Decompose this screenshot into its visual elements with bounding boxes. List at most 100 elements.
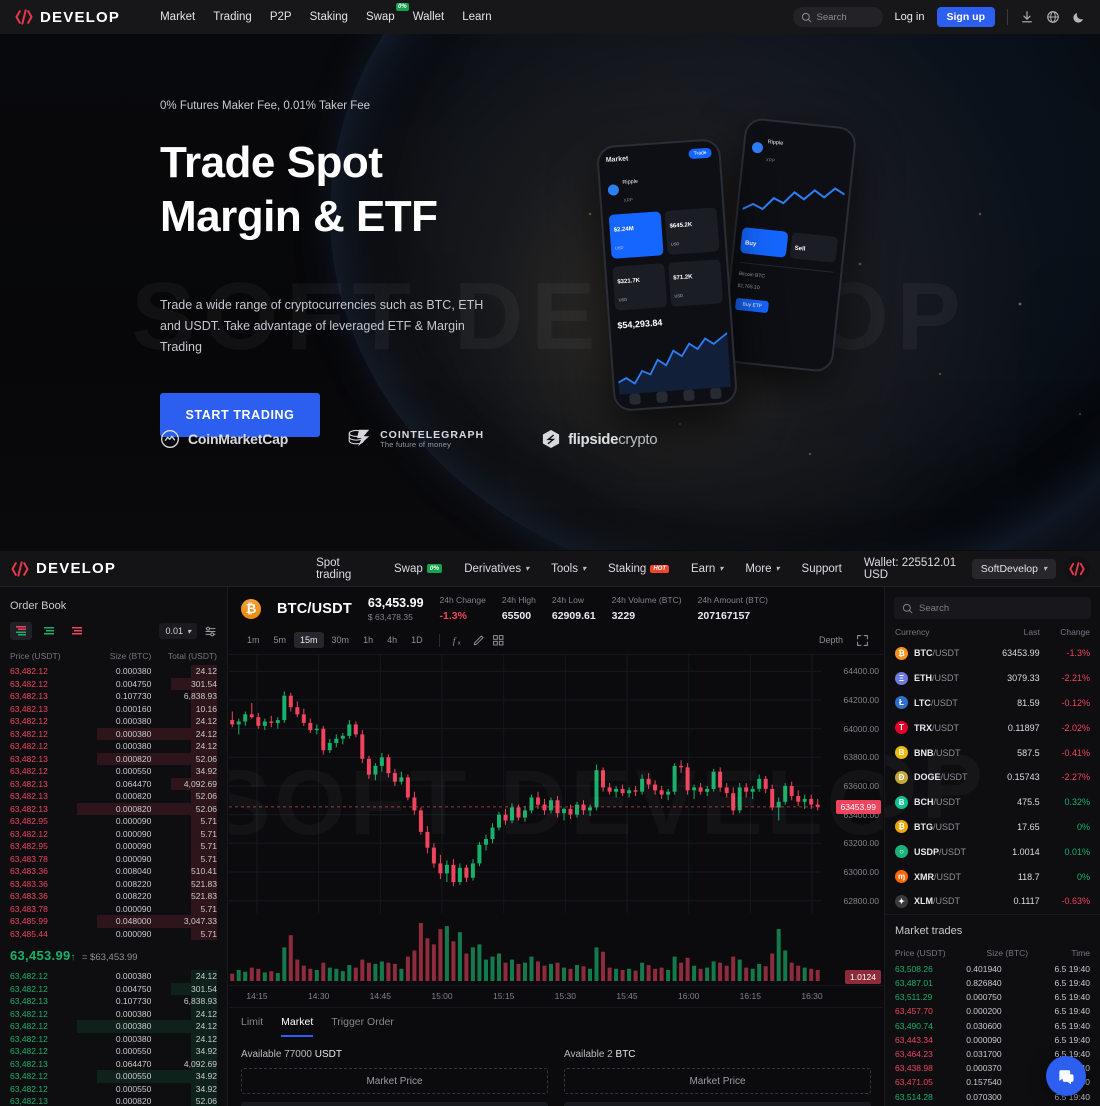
app-nav-earn[interactable]: Earn ▾ [691,563,723,575]
order-book-row[interactable]: 63,482.12 0.000380 24.12 [0,970,227,983]
order-book-row[interactable]: 63,482.12 0.000380 24.12 [0,715,227,728]
buy-amount-field[interactable]: Amount USDT [241,1102,548,1106]
app-nav-more[interactable]: More ▾ [745,563,779,575]
order-book-row[interactable]: 63,482.12 0.000380 24.12 [0,665,227,678]
depth-toggle[interactable]: Depth [819,635,843,645]
site-logo[interactable]: DEVELOP [14,7,120,27]
order-book-row[interactable]: 63,482.13 0.000820 52.06 [0,1095,227,1106]
moon-icon[interactable] [1072,10,1086,24]
site-search-input[interactable]: Search [792,7,883,27]
fullscreen-icon[interactable] [853,632,871,648]
market-list-item[interactable]: Ξ ETH/USDT 3079.33 -2.21% [885,666,1100,691]
order-book-row[interactable]: 63,482.12 0.000550 34.92 [0,1070,227,1083]
app-logo[interactable]: DEVELOP [10,559,116,579]
order-book-row[interactable]: 63,482.12 0.000380 24.12 [0,1007,227,1020]
timeframe-15m[interactable]: 15m [294,632,324,648]
order-book-row[interactable]: 63,482.13 0.000160 10.16 [0,702,227,715]
timeframe-1m[interactable]: 1m [241,632,266,648]
app-nav-staking[interactable]: Staking HOT [608,563,669,575]
order-book-row[interactable]: 63,483.36 0.008040 510.41 [0,865,227,878]
partner-coinmarketcap[interactable]: CoinMarketCap [160,429,288,449]
order-book-row[interactable]: 63,482.12 0.000380 24.12 [0,740,227,753]
partner-cointelegraph[interactable]: COINTELEGRAPH The future of money [346,426,484,452]
order-book-row[interactable]: 63,482.13 0.064470 4,092.69 [0,1057,227,1070]
order-book-row[interactable]: 63,483.36 0.008220 521.83 [0,890,227,903]
pencil-icon[interactable] [470,632,488,648]
nav-item-market[interactable]: Market [160,11,195,23]
market-list-item[interactable]: ₿ BTG/USDT 17.65 0% [885,815,1100,840]
timeframe-5m[interactable]: 5m [268,632,293,648]
app-nav-tools[interactable]: Tools ▾ [551,563,586,575]
account-menu-button[interactable]: SoftDevelop ▾ [971,558,1056,579]
market-list-item[interactable]: ₿ BTC/USDT 63453.99 -1.3% [885,641,1100,666]
market-list-item[interactable]: B BNB/USDT 587.5 -0.41% [885,740,1100,765]
nav-item-swap[interactable]: Swap 0% [366,3,409,23]
timeframe-4h[interactable]: 4h [381,632,403,648]
app-nav-support[interactable]: Support [802,563,842,575]
book-both-icon[interactable] [10,622,32,640]
order-book-row[interactable]: 63,482.12 0.004750 301.54 [0,677,227,690]
order-book-row[interactable]: 63,483.36 0.008220 521.83 [0,877,227,890]
book-asks-icon[interactable] [66,622,88,640]
order-book-row[interactable]: 63,482.13 0.064470 4,092.69 [0,777,227,790]
order-book-row[interactable]: 63,482.12 0.000550 34.92 [0,765,227,778]
timeframe-30m[interactable]: 30m [326,632,356,648]
app-nav-swap[interactable]: Swap 0% [394,563,443,575]
order-book-row[interactable]: 63,482.12 0.004750 301.54 [0,982,227,995]
order-book-row[interactable]: 63,485.44 0.000090 5.71 [0,927,227,940]
nav-item-wallet[interactable]: Wallet [413,11,445,23]
order-book-row[interactable]: 63,482.12 0.000550 34.92 [0,1082,227,1095]
partner-flipsidecrypto[interactable]: flipsidecrypto [542,429,658,449]
market-list-item[interactable]: ɱ XMR/USDT 118.7 0% [885,864,1100,889]
sell-amount-field[interactable]: Amount BTC [564,1102,871,1106]
market-list-item[interactable]: ✦ XLM/USDT 0.1117 -0.63% [885,889,1100,914]
login-button[interactable]: Log in [895,11,925,23]
order-book-row[interactable]: 63,482.95 0.000090 5.71 [0,815,227,828]
tab-trigger-order[interactable]: Trigger Order [331,1016,394,1037]
nav-item-p2p[interactable]: P2P [270,11,292,23]
nav-item-learn[interactable]: Learn [462,11,491,23]
globe-icon[interactable] [1046,10,1060,24]
timeframe-1h[interactable]: 1h [357,632,379,648]
sell-market-price-field[interactable]: Market Price [564,1068,871,1094]
nav-item-staking[interactable]: Staking [310,11,348,23]
order-book-row[interactable]: 63,482.13 0.000820 52.06 [0,790,227,803]
layout-grid-icon[interactable] [490,632,508,648]
order-book-row[interactable]: 63,483.78 0.000090 5.71 [0,902,227,915]
app-nav-spot-trading[interactable]: Spot trading [316,557,372,581]
app-nav-derivatives[interactable]: Derivatives ▾ [464,563,529,575]
order-book-row[interactable]: 63,482.12 0.000090 5.71 [0,827,227,840]
order-book-row[interactable]: 63,482.13 0.107730 6,838.93 [0,995,227,1008]
chat-button[interactable] [1046,1056,1086,1096]
tab-market[interactable]: Market [281,1016,314,1037]
sliders-icon[interactable] [204,625,217,638]
tab-limit[interactable]: Limit [241,1016,263,1037]
book-bids-icon[interactable] [38,622,60,640]
order-book-row[interactable]: 63,482.13 0.107730 6,838.93 [0,690,227,703]
timeframe-1d[interactable]: 1D [405,632,429,648]
symbol-pair[interactable]: BTC/USDT [277,601,352,617]
order-book-row[interactable]: 63,483.78 0.000090 5.71 [0,852,227,865]
price-chart[interactable]: SOFT DEVELOP 64400.0064200.0064000.00638… [229,655,883,985]
order-book-row[interactable]: 63,482.12 0.000550 34.92 [0,1045,227,1058]
market-list-item[interactable]: Ƀ BCH/USDT 475.5 0.32% [885,790,1100,815]
market-list-item[interactable]: T TRX/USDT 0.11897 -2.02% [885,715,1100,740]
signup-button[interactable]: Sign up [936,7,995,27]
order-book-row[interactable]: 63,482.13 0.000820 52.06 [0,802,227,815]
avatar[interactable] [1064,555,1090,582]
order-book-row[interactable]: 63,482.13 0.000820 52.06 [0,752,227,765]
order-book-row[interactable]: 63,482.12 0.000380 24.12 [0,727,227,740]
indicator-fx-icon[interactable]: fx [450,632,468,648]
market-list-item[interactable]: Ð DOGE/USDT 0.15743 -2.27% [885,765,1100,790]
order-book-row[interactable]: 63,482.12 0.000380 24.12 [0,1020,227,1033]
buy-market-price-field[interactable]: Market Price [241,1068,548,1094]
order-book-row[interactable]: 63,482.12 0.000380 24.12 [0,1032,227,1045]
market-list-item[interactable]: ○ USDP/USDT 1.0014 0.01% [885,839,1100,864]
market-list-item[interactable]: Ł LTC/USDT 81.59 -0.12% [885,691,1100,716]
order-book-row[interactable]: 63,485.99 0.048000 3,047.33 [0,915,227,928]
nav-item-trading[interactable]: Trading [213,11,252,23]
order-book-row[interactable]: 63,482.95 0.000090 5.71 [0,840,227,853]
app-nav-wallet-balance[interactable]: Wallet: 225512.01 USD [864,557,972,581]
market-search-input[interactable]: Search [894,597,1091,619]
tick-size-select[interactable]: 0.01 ▾ [159,623,197,639]
